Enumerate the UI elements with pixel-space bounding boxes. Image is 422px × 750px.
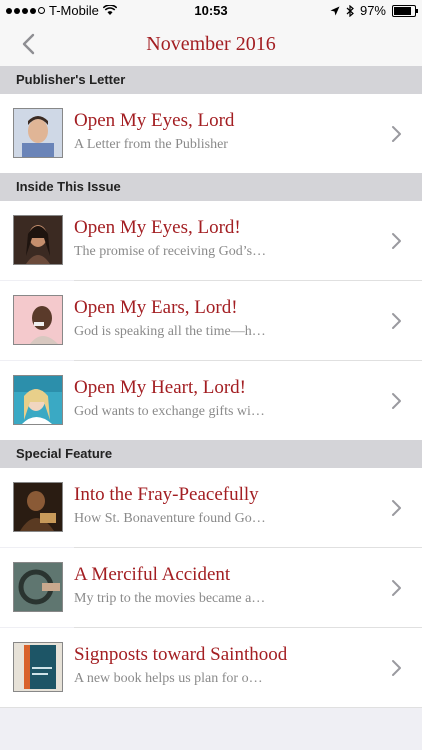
- list-item[interactable]: Open My Heart, Lord! God wants to exchan…: [0, 361, 422, 440]
- list-item[interactable]: A Merciful Accident My trip to the movie…: [0, 548, 422, 627]
- article-thumbnail: [13, 375, 63, 425]
- divider: [0, 707, 422, 708]
- article-subtitle: My trip to the movies became a…: [74, 591, 266, 606]
- list-item[interactable]: Open My Ears, Lord! God is speaking all …: [0, 281, 422, 360]
- article-subtitle: God is speaking all the time—h…: [74, 324, 266, 339]
- article-title: A Merciful Accident: [74, 564, 231, 585]
- article-subtitle: A new book helps us plan for o…: [74, 671, 263, 686]
- article-title: Open My Eyes, Lord!: [74, 217, 241, 238]
- article-subtitle: A Letter from the Publisher: [74, 137, 228, 152]
- article-thumbnail: [13, 108, 63, 158]
- battery-icon: [392, 4, 418, 17]
- article-title: Open My Eyes, Lord: [74, 110, 235, 131]
- article-thumbnail: [13, 642, 63, 692]
- chevron-right-icon: [392, 126, 401, 142]
- chevron-right-icon: [392, 660, 401, 676]
- section-header-special-feature: Special Feature: [0, 440, 422, 468]
- list-item[interactable]: Open My Eyes, Lord A Letter from the Pub…: [0, 94, 422, 173]
- article-thumbnail: [13, 562, 63, 612]
- chevron-right-icon: [392, 313, 401, 329]
- article-thumbnail: [13, 295, 63, 345]
- article-title: Signposts toward Sainthood: [74, 644, 288, 665]
- page-title: November 2016: [146, 33, 276, 55]
- section-header-inside-this-issue: Inside This Issue: [0, 173, 422, 201]
- article-thumbnail: [13, 482, 63, 532]
- battery-percent: 97%: [359, 3, 386, 18]
- status-bar: T-Mobile 10:53 97%: [0, 0, 422, 22]
- list-item[interactable]: Signposts toward Sainthood A new book he…: [0, 628, 422, 707]
- list-item[interactable]: Into the Fray-Peacefully How St. Bonaven…: [0, 468, 422, 547]
- article-title: Into the Fray-Peacefully: [74, 484, 259, 505]
- bluetooth-icon: [346, 4, 354, 17]
- section-header-publishers-letter: Publisher's Letter: [0, 66, 422, 94]
- chevron-right-icon: [392, 233, 401, 249]
- status-right: 97%: [330, 3, 418, 18]
- location-icon: [330, 6, 340, 15]
- article-subtitle: How St. Bonaventure found Go…: [74, 511, 266, 526]
- navigation-bar: November 2016: [0, 22, 422, 67]
- article-title: Open My Ears, Lord!: [74, 297, 238, 318]
- article-thumbnail: [13, 215, 63, 265]
- article-subtitle: The promise of receiving God’s…: [74, 244, 267, 259]
- chevron-right-icon: [392, 393, 401, 409]
- list-item[interactable]: Open My Eyes, Lord! The promise of recei…: [0, 201, 422, 280]
- article-subtitle: God wants to exchange gifts wi…: [74, 404, 265, 419]
- article-title: Open My Heart, Lord!: [74, 377, 247, 398]
- chevron-right-icon: [392, 500, 401, 516]
- chevron-right-icon: [392, 580, 401, 596]
